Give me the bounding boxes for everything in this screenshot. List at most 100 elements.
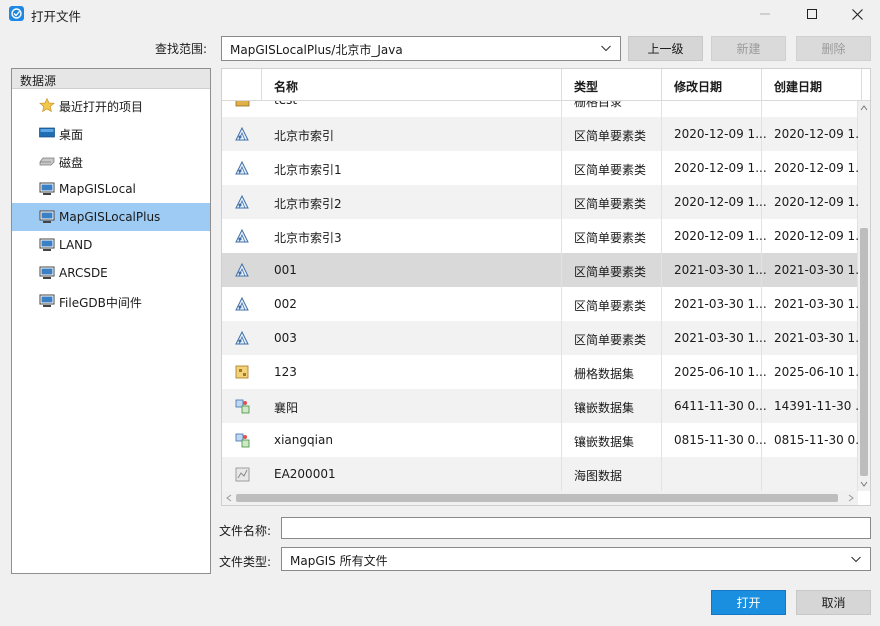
title-bar: 打开文件: [0, 0, 880, 28]
cell-type: 区简单要素类: [562, 287, 662, 321]
cell-type: 镶嵌数据集: [562, 389, 662, 423]
raster-dataset-icon: [235, 365, 249, 379]
maximize-button[interactable]: [789, 0, 835, 28]
icon-cell: [222, 151, 262, 185]
column-header-type[interactable]: 类型: [562, 69, 662, 101]
cell-text: 2020-12-09 1...: [774, 195, 858, 209]
horizontal-scrollbar[interactable]: [222, 491, 858, 505]
sidebar-item-mapgislocalplus[interactable]: MapGISLocalPlus: [12, 203, 210, 231]
cell-modified: 2020-12-09 1...: [662, 219, 767, 253]
table-row[interactable]: xiangqian 镶嵌数据集 0815-11-30 0... 0815-11-30 …: [222, 423, 858, 457]
column-header-label: 类型: [574, 80, 599, 94]
vertical-scrollbar[interactable]: [858, 101, 870, 491]
minimize-button[interactable]: [742, 0, 788, 28]
cell-text: 海图数据: [574, 469, 623, 483]
table-row[interactable]: 001 区简单要素类 2021-03-30 1... 2021-03-30 1...: [222, 253, 858, 287]
column-header-modified[interactable]: 修改日期: [662, 69, 762, 101]
file-list-rows: test栅格目录北京市索引区简单要素类2020-12-09 1...2020-1…: [222, 101, 858, 491]
sidebar-item-arcsde[interactable]: ARCSDE: [12, 259, 210, 287]
scroll-down-icon[interactable]: [859, 479, 869, 489]
sidebar-item-label: ARCSDE: [59, 266, 108, 280]
star-icon: [39, 98, 55, 112]
icon-cell: [222, 355, 262, 389]
column-header-label: 名称: [274, 80, 299, 94]
sidebar-item-recent[interactable]: 最近打开的项目: [12, 91, 210, 119]
table-row[interactable]: 北京市索引 区简单要素类 2020-12-09 1... 2020-12-09 1..…: [222, 117, 858, 151]
vertical-scroll-thumb[interactable]: [860, 228, 868, 476]
cell-text: 2021-03-30 1...: [774, 331, 858, 345]
scroll-right-icon[interactable]: [846, 493, 856, 503]
cell-type: 区简单要素类: [562, 151, 662, 185]
cell-name: EA200001: [262, 457, 562, 491]
table-row[interactable]: EA200001 海图数据: [222, 457, 858, 491]
cell-modified: 6411-11-30 0...: [662, 389, 767, 423]
polygon-feature-icon: [235, 194, 249, 209]
desktop-icon: [39, 127, 55, 138]
filetype-select[interactable]: MapGIS 所有文件: [281, 547, 871, 571]
cell-type: 区简单要素类: [562, 219, 662, 253]
sidebar-item-filegdb[interactable]: FileGDB中间件: [12, 287, 210, 315]
sidebar-item-disk[interactable]: 磁盘: [12, 147, 210, 175]
cell-created: 2020-12-09 1...: [762, 151, 858, 185]
table-row[interactable]: test 栅格目录: [222, 101, 858, 117]
cell-text: 镶嵌数据集: [574, 401, 635, 415]
polygon-feature-icon: [235, 126, 249, 141]
sidebar-item-land[interactable]: LAND: [12, 231, 210, 259]
icon-cell: [222, 321, 262, 355]
cell-text: 2025-06-10 1...: [774, 365, 858, 379]
cell-text: 栅格目录: [574, 101, 623, 109]
table-row[interactable]: 襄阳 镶嵌数据集 6411-11-30 0... 14391-11-30 ...: [222, 389, 858, 423]
sidebar-item-label: 最近打开的项目: [59, 100, 144, 114]
table-row[interactable]: 北京市索引1 区简单要素类 2020-12-09 1... 2020-12-09 1.…: [222, 151, 858, 185]
table-row[interactable]: 003 区简单要素类 2021-03-30 1... 2021-03-30 1...: [222, 321, 858, 355]
up-level-button[interactable]: 上一级: [628, 36, 703, 61]
icon-cell: [222, 287, 262, 321]
sidebar-item-label: FileGDB中间件: [59, 296, 142, 310]
icon-cell: [222, 457, 262, 491]
table-row[interactable]: 002 区简单要素类 2021-03-30 1... 2021-03-30 1...: [222, 287, 858, 321]
cell-created: 2020-12-09 1...: [762, 219, 858, 253]
cell-modified: [662, 101, 762, 117]
polygon-feature-icon: [235, 330, 249, 345]
table-row[interactable]: 北京市索引2 区简单要素类 2020-12-09 1... 2020-12-09 1.…: [222, 185, 858, 219]
cell-text: 2020-12-09 1...: [674, 127, 767, 141]
data-source-panel: 数据源 最近打开的项目 桌面 磁盘 MapGISLocal MapGISLoca…: [11, 68, 211, 574]
sidebar-item-desktop[interactable]: 桌面: [12, 119, 210, 147]
sidebar-item-mapgislocal[interactable]: MapGISLocal: [12, 175, 210, 203]
open-button[interactable]: 打开: [711, 590, 786, 615]
scroll-left-icon[interactable]: [224, 493, 234, 503]
cell-text: 0815-11-30 0...: [774, 433, 858, 447]
column-header-name[interactable]: 名称: [262, 69, 562, 101]
cell-text: 北京市索引1: [274, 163, 342, 177]
cell-type: 区简单要素类: [562, 185, 662, 219]
lookup-location-select[interactable]: MapGISLocalPlus/北京市_Java: [221, 36, 621, 61]
cell-type: 区简单要素类: [562, 117, 662, 151]
delete-button[interactable]: 删除: [796, 36, 871, 61]
cancel-button[interactable]: 取消: [796, 590, 871, 615]
computer-icon: [39, 182, 55, 195]
cell-text: 区简单要素类: [574, 299, 647, 313]
cell-text: 6411-11-30 0...: [674, 399, 767, 413]
table-row[interactable]: 123 栅格数据集 2025-06-10 1... 2025-06-10 1...: [222, 355, 858, 389]
cell-text: 镶嵌数据集: [574, 435, 635, 449]
horizontal-scroll-thumb[interactable]: [236, 494, 838, 502]
cell-text: 123: [274, 365, 297, 379]
table-row[interactable]: 北京市索引3 区简单要素类 2020-12-09 1... 2020-12-09 1.…: [222, 219, 858, 253]
cell-created: 2021-03-30 1...: [762, 287, 858, 321]
cell-created: 2021-03-30 1...: [762, 321, 858, 355]
column-header-label: 创建日期: [774, 80, 823, 94]
cell-text: 2020-12-09 1...: [674, 229, 767, 243]
filename-input[interactable]: [281, 517, 871, 539]
column-header-created[interactable]: 创建日期: [762, 69, 862, 101]
lookup-location-value: MapGISLocalPlus/北京市_Java: [230, 43, 403, 57]
scroll-up-icon[interactable]: [859, 103, 869, 113]
cell-text: EA200001: [274, 467, 336, 481]
computer-icon: [39, 238, 55, 251]
close-button[interactable]: [834, 0, 880, 28]
new-button[interactable]: 新建: [711, 36, 786, 61]
cell-created: 14391-11-30 ...: [762, 389, 858, 423]
cell-name: 北京市索引3: [262, 219, 562, 253]
disk-icon: [39, 157, 55, 166]
cell-text: 2020-12-09 1...: [774, 127, 858, 141]
cell-name: 003: [262, 321, 562, 355]
